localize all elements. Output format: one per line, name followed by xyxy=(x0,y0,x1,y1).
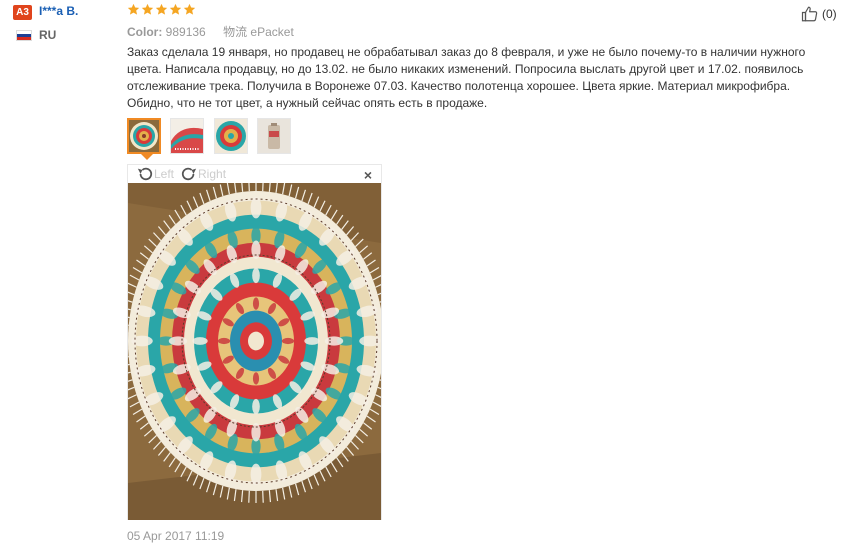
rotate-right-label: Right xyxy=(198,167,227,181)
rotate-right-icon xyxy=(181,167,197,181)
reviewer-name[interactable]: I***a B. xyxy=(39,4,78,18)
viewer-toolbar: Left Right × xyxy=(128,165,381,183)
review-thumbnail-1[interactable] xyxy=(127,118,161,154)
reviewer-country: RU xyxy=(39,28,57,42)
color-label: Color: xyxy=(127,25,163,39)
country-flag-icon xyxy=(16,30,32,41)
star-icon xyxy=(155,3,168,15)
rotate-left-label: Left xyxy=(154,167,175,181)
rotate-right-button[interactable]: Right xyxy=(180,166,226,182)
review-photo xyxy=(128,183,381,520)
star-icon xyxy=(141,3,154,15)
shipping-label: 物流 xyxy=(223,25,248,39)
active-thumbnail-pointer xyxy=(141,154,153,160)
review-date: 05 Apr 2017 11:19 xyxy=(127,529,225,543)
review-text: Заказ сделала 19 января, но продавец не … xyxy=(127,45,806,110)
review-thumbnail-3[interactable] xyxy=(214,118,248,154)
rotate-left-button[interactable]: Left xyxy=(136,166,174,182)
rating-stars xyxy=(127,3,196,17)
shipping-value: ePacket xyxy=(250,25,294,39)
review-thumbnail-2[interactable] xyxy=(170,118,204,154)
star-icon xyxy=(183,3,196,15)
review-meta: Color: 989136 物流 ePacket xyxy=(127,23,294,40)
helpful-button[interactable]: (0) xyxy=(801,5,837,23)
image-viewer: Left Right × xyxy=(127,164,382,520)
star-icon xyxy=(169,3,182,15)
thumbs-up-icon xyxy=(801,6,818,22)
reviewer-level-badge: A3 xyxy=(13,5,32,20)
star-icon xyxy=(127,3,140,15)
review-thumbnail-4[interactable] xyxy=(257,118,291,154)
rotate-left-icon xyxy=(137,167,153,181)
helpful-count: (0) xyxy=(822,7,837,21)
close-icon[interactable]: × xyxy=(364,167,372,183)
color-value: 989136 xyxy=(165,25,206,39)
